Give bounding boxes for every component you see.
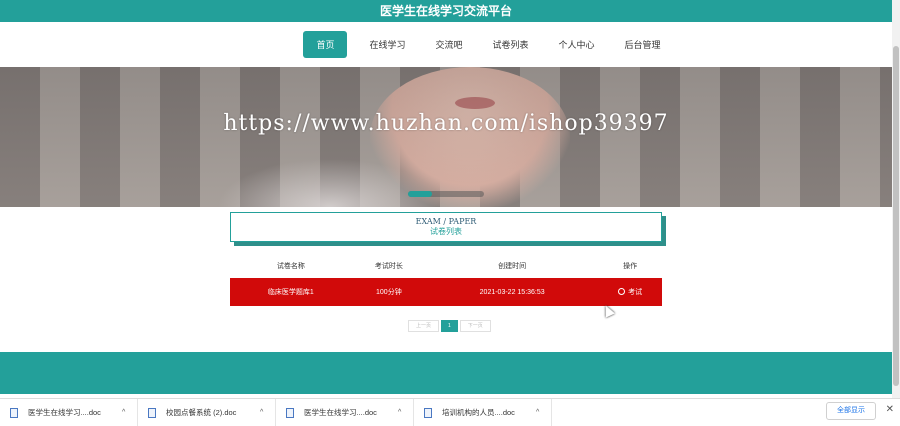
doc-file-icon <box>148 407 156 418</box>
header-action: 操作 <box>623 263 638 270</box>
doc-file-icon <box>286 407 294 418</box>
carousel-indicator-active[interactable] <box>408 191 432 197</box>
doc-file-icon <box>424 407 432 418</box>
chevron-up-icon[interactable]: ^ <box>122 409 125 416</box>
cell-created-time: 2021-03-22 15:36:53 <box>425 278 599 306</box>
download-filename: 培训机构的人员....doc <box>442 408 515 417</box>
take-exam-label: 考试 <box>628 288 643 296</box>
section-heading-en: EXAM / PAPER <box>415 217 477 226</box>
download-filename: 校园点餐系统 (2).doc <box>166 408 237 417</box>
site-title: 医学生在线学习交流平台 <box>0 0 892 22</box>
nav-paper-list[interactable]: 试卷列表 <box>485 32 537 57</box>
header-duration: 考试时长 <box>374 263 403 270</box>
table-row[interactable]: 临床医学题库1 100分钟 2021-03-22 15:36:53 考试 <box>230 278 662 306</box>
download-item[interactable]: 培训机构的人员....doc ^ <box>414 398 552 426</box>
scrollbar-thumb[interactable] <box>893 46 899 386</box>
carousel-indicator[interactable] <box>408 191 484 197</box>
download-item[interactable]: 校园点餐系统 (2).doc ^ <box>138 398 276 426</box>
chevron-up-icon[interactable]: ^ <box>398 409 401 416</box>
download-bar: 医学生在线学习....doc ^ 校园点餐系统 (2).doc ^ 医学生在线学… <box>0 398 900 426</box>
header-created-time: 创建时间 <box>498 263 527 270</box>
table-header-row: 试卷名称 考试时长 创建时间 操作 <box>230 254 662 278</box>
take-exam-button[interactable]: 考试 <box>618 287 642 297</box>
cell-duration: 100分钟 <box>351 278 426 306</box>
header-paper-name: 试卷名称 <box>276 263 305 270</box>
banner-carousel[interactable]: https://www.huzhan.com/ishop39397 <box>0 67 892 207</box>
download-item[interactable]: 医学生在线学习....doc ^ <box>0 398 138 426</box>
download-filename: 医学生在线学习....doc <box>28 408 101 417</box>
download-filename: 医学生在线学习....doc <box>304 408 377 417</box>
nav-forum[interactable]: 交流吧 <box>427 32 470 57</box>
close-icon[interactable]: ✕ <box>886 404 894 415</box>
nav-personal-center[interactable]: 个人中心 <box>551 32 603 57</box>
page: 医学生在线学习交流平台 首页 在线学习 交流吧 试卷列表 个人中心 后台管理 h… <box>0 0 900 426</box>
check-circle-icon <box>618 288 626 296</box>
main-nav: 首页 在线学习 交流吧 试卷列表 个人中心 后台管理 <box>0 30 892 58</box>
chevron-up-icon[interactable]: ^ <box>536 409 539 416</box>
section-heading-cn: 试卷列表 <box>430 227 462 236</box>
section-heading: EXAM / PAPER 试卷列表 <box>230 212 662 242</box>
banner-watermark: https://www.huzhan.com/ishop39397 <box>223 111 669 136</box>
nav-admin[interactable]: 后台管理 <box>617 32 669 57</box>
pager-next[interactable]: 下一页 <box>459 320 491 332</box>
doc-file-icon <box>10 407 18 418</box>
pager-prev[interactable]: 上一页 <box>408 320 440 332</box>
footer <box>0 352 892 394</box>
pagination: 上一页 1 下一页 <box>408 320 491 332</box>
nav-home[interactable]: 首页 <box>303 30 348 58</box>
nav-online-learning[interactable]: 在线学习 <box>361 32 413 57</box>
vertical-scrollbar[interactable] <box>892 0 900 398</box>
download-item[interactable]: 医学生在线学习....doc ^ <box>276 398 414 426</box>
pager-page-1[interactable]: 1 <box>441 320 458 332</box>
cell-paper-name: 临床医学题库1 <box>230 278 352 306</box>
paper-table: 试卷名称 考试时长 创建时间 操作 临床医学题库1 100分钟 2021-03-… <box>230 254 662 306</box>
show-all-downloads-button[interactable]: 全部显示 <box>826 402 876 420</box>
chevron-up-icon[interactable]: ^ <box>260 409 263 416</box>
cell-action: 考试 <box>598 278 662 306</box>
banner-overlay <box>0 67 892 207</box>
